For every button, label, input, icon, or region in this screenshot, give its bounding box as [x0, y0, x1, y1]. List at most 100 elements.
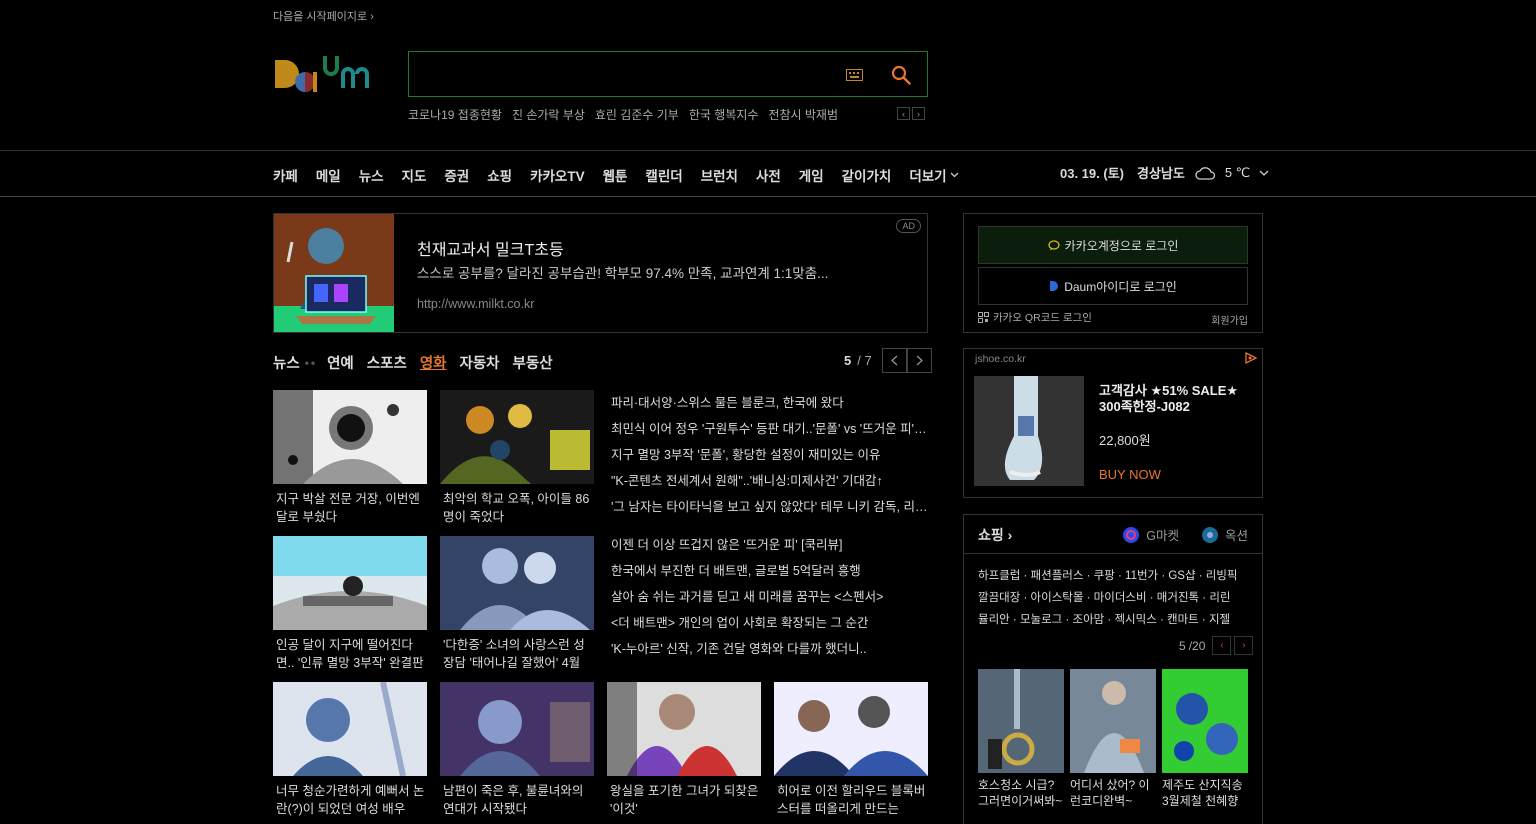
shopping-item-caption[interactable]: 어디서 샀어? 이런코디완벽~ — [1070, 777, 1156, 809]
shopping-prev-button[interactable]: ‹ — [1212, 636, 1232, 655]
side-ad-title[interactable]: 고객감사 ★51% SALE★ 300족한정-J082 — [1099, 383, 1259, 415]
issue-next-button[interactable]: › — [912, 107, 925, 120]
headline-item[interactable]: 파리·대서양·스위스 물든 블룬크, 한국에 왔다 — [611, 390, 928, 416]
nav-item-news[interactable]: 뉴스 — [359, 165, 384, 185]
gmarket-link[interactable]: G마켓 — [1146, 525, 1179, 544]
tab-news[interactable]: 뉴스 — [273, 352, 300, 373]
news-thumbnail[interactable] — [273, 682, 427, 776]
shopping-item[interactable]: 어디서 샀어? 이런코디완벽~ — [1070, 669, 1156, 809]
issue-link[interactable]: 전참시 박재범 — [768, 106, 838, 123]
ad-choices-icon[interactable] — [1244, 351, 1258, 365]
nav-item-game[interactable]: 게임 — [799, 165, 824, 185]
daum-logo[interactable] — [273, 50, 389, 100]
nav-item-kakaotv[interactable]: 카카오TV — [530, 165, 585, 185]
brand-row[interactable]: 하프클럽 · 패션플러스 · 쿠팡 · 11번가 · GS샵 · 리빙픽 — [978, 565, 1250, 587]
brand-row[interactable]: 깔끔대장 · 아이스탁몰 · 마이더스비 · 매거진톡 · 리린 — [978, 587, 1250, 609]
side-ad-image[interactable] — [974, 376, 1084, 486]
set-start-page-link[interactable]: 다음을 시작페이지로 › — [273, 8, 374, 24]
news-card[interactable]: 히어로 이전 할리우드 블록버스터를 떠올리게 만드는 — [774, 682, 928, 818]
nav-item-brunch[interactable]: 브런치 — [701, 165, 738, 185]
news-card[interactable]: 인공 달이 지구에 떨어진다면.. '인류 멸망 3부작' 완결판 — [273, 536, 427, 672]
news-prev-button[interactable] — [881, 348, 907, 373]
news-card[interactable]: '다한증' 소녀의 사랑스런 성장담 '태어나길 잘했어' 4월 개봉 — [440, 536, 594, 672]
headline-item[interactable]: 지구 멸망 3부작 '문폴', 황당한 설정이 재미있는 이유 — [611, 442, 928, 468]
nav-item-cafe[interactable]: 카페 — [273, 165, 298, 185]
nav-item-calendar[interactable]: 캘린더 — [645, 165, 682, 185]
tab-realestate[interactable]: 부동산 — [513, 352, 553, 373]
headline-item[interactable]: 'K-누아르' 신작, 기존 건달 영화와 다를까 했더니.. — [611, 636, 928, 662]
nav-item-webtoon[interactable]: 웹툰 — [603, 165, 628, 185]
side-ad-buy-link[interactable]: BUY NOW — [1099, 467, 1161, 482]
news-card[interactable]: 왕실을 포기한 그녀가 되찾은 '이것' — [607, 682, 761, 818]
news-card[interactable]: 남편이 죽은 후, 불륜녀와의 연대가 시작됐다 — [440, 682, 594, 818]
news-card[interactable]: 최악의 학교 오폭, 아이들 86명이 죽었다 — [440, 390, 594, 526]
brand-row[interactable]: 뮬리안 · 모눌로그 · 조아맘 · 젝시믹스 · 캔마트 · 지젤 — [978, 609, 1250, 631]
search-input[interactable] — [419, 62, 829, 86]
news-caption[interactable]: 남편이 죽은 후, 불륜녀와의 연대가 시작됐다 — [440, 782, 594, 818]
news-next-button[interactable] — [906, 348, 932, 373]
issue-link[interactable]: 진 손가락 부상 — [512, 106, 585, 123]
weather-widget[interactable]: 03. 19. (토) 경상남도 5 ℃ — [1060, 163, 1269, 182]
news-thumbnail[interactable] — [440, 536, 594, 630]
shopping-item-caption[interactable]: 호스청소 시급? 그러면이거써봐~ — [978, 777, 1064, 809]
nav-item-stock[interactable]: 증권 — [444, 165, 469, 185]
tab-car[interactable]: 자동차 — [460, 352, 500, 373]
auction-link[interactable]: 옥션 — [1225, 525, 1248, 544]
qr-login-link[interactable]: 카카오 QR코드 로그인 — [978, 310, 1092, 325]
tab-entertainment[interactable]: 연예 — [327, 352, 354, 373]
headline-item[interactable]: "K-콘텐츠 전세계서 원해"..'배니싱:미제사건' 기대감↑ — [611, 468, 928, 494]
headline-item[interactable]: 한국에서 부진한 더 배트맨, 글로벌 5억달러 흥행 — [611, 558, 928, 584]
news-caption[interactable]: 지구 박살 전문 거장, 이번엔 달로 부쉈다 — [273, 490, 427, 526]
ad-title[interactable]: 천재교과서 밀크T초등 — [417, 236, 564, 260]
news-caption[interactable]: 왕실을 포기한 그녀가 되찾은 '이것' — [607, 782, 761, 818]
issue-prev-button[interactable]: ‹ — [897, 107, 910, 120]
headline-item[interactable]: <더 배트맨> 개인의 업이 사회로 확장되는 그 순간 — [611, 610, 928, 636]
shopping-item[interactable]: 제주도 산지직송 3월제철 천혜향 — [1162, 669, 1248, 809]
shopping-item[interactable]: 호스청소 시급? 그러면이거써봐~ — [978, 669, 1064, 809]
news-thumbnail[interactable] — [774, 682, 928, 776]
nav-more-button[interactable]: 더보기 — [909, 165, 959, 185]
news-card[interactable]: 지구 박살 전문 거장, 이번엔 달로 부쉈다 — [273, 390, 427, 526]
news-card[interactable]: 너무 청순가련하게 예뻐서 논란(?)이 되었던 여성 배우 — [273, 682, 427, 818]
issue-link[interactable]: 코로나19 접종현황 — [408, 106, 502, 123]
tab-movie[interactable]: 영화 — [420, 352, 447, 373]
shopping-item-image[interactable] — [1162, 669, 1248, 773]
shopping-next-button[interactable]: › — [1234, 636, 1254, 655]
nav-item-map[interactable]: 지도 — [402, 165, 427, 185]
nav-item-dictionary[interactable]: 사전 — [756, 165, 781, 185]
keyboard-icon[interactable] — [846, 69, 863, 81]
ad-url[interactable]: http://www.milkt.co.kr — [417, 297, 534, 311]
kakao-login-button[interactable]: 카카오계정으로 로그인 — [978, 226, 1248, 264]
nav-item-shopping[interactable]: 쇼핑 — [487, 165, 512, 185]
nav-item-mail[interactable]: 메일 — [316, 165, 341, 185]
headline-item[interactable]: 살아 숨 쉬는 과거를 딛고 새 미래를 꿈꾸는 <스펜서> — [611, 584, 928, 610]
shopping-item-image[interactable] — [978, 669, 1064, 773]
news-thumbnail[interactable] — [440, 390, 594, 484]
news-page-total: / 7 — [857, 353, 872, 368]
news-caption[interactable]: 히어로 이전 할리우드 블록버스터를 떠올리게 만드는 — [774, 782, 928, 818]
side-ad[interactable]: jshoe.co.kr 고객감사 ★51% SALE★ 300족한정-J082 … — [963, 348, 1263, 498]
news-caption[interactable]: 인공 달이 지구에 떨어진다면.. '인류 멸망 3부작' 완결판 — [273, 636, 427, 672]
news-thumbnail[interactable] — [440, 682, 594, 776]
news-thumbnail[interactable] — [607, 682, 761, 776]
search-icon[interactable] — [891, 65, 911, 85]
ad-description[interactable]: 스스로 공부를? 달라진 공부습관! 학부모 97.4% 만족, 교과연계 1:… — [417, 262, 828, 282]
shopping-item-image[interactable] — [1070, 669, 1156, 773]
tab-sports[interactable]: 스포츠 — [367, 352, 407, 373]
headline-item[interactable]: 최민식 이어 정우 '구원투수' 등판 대기..'문폴' vs '뜨거운 피' … — [611, 416, 928, 442]
issue-link[interactable]: 한국 행복지수 — [689, 106, 759, 123]
shopping-item-caption[interactable]: 제주도 산지직송 3월제철 천혜향 — [1162, 777, 1248, 809]
headline-item[interactable]: '그 남자는 타이타닉을 보고 싶지 않았다' 테무 니키 감독, 리메이크 — [611, 494, 928, 520]
ad-banner[interactable]: 천재교과서 밀크T초등 스스로 공부를? 달라진 공부습관! 학부모 97.4%… — [273, 213, 928, 333]
shopping-title-link[interactable]: 쇼핑 › — [978, 525, 1012, 545]
daum-login-button[interactable]: Daum아이디로 로그인 — [978, 267, 1248, 305]
news-caption[interactable]: 최악의 학교 오폭, 아이들 86명이 죽었다 — [440, 490, 594, 526]
nav-item-together[interactable]: 같이가치 — [842, 165, 892, 185]
headline-item[interactable]: 이젠 더 이상 뜨겁지 않은 '뜨거운 피' [쿡리뷰] — [611, 532, 928, 558]
news-thumbnail[interactable] — [273, 390, 427, 484]
news-caption[interactable]: 너무 청순가련하게 예뻐서 논란(?)이 되었던 여성 배우 — [273, 782, 427, 818]
issue-link[interactable]: 효린 김준수 기부 — [595, 106, 679, 123]
news-caption[interactable]: '다한증' 소녀의 사랑스런 성장담 '태어나길 잘했어' 4월 개봉 — [440, 636, 594, 672]
news-thumbnail[interactable] — [273, 536, 427, 630]
signup-link[interactable]: 회원가입 — [1211, 312, 1248, 327]
